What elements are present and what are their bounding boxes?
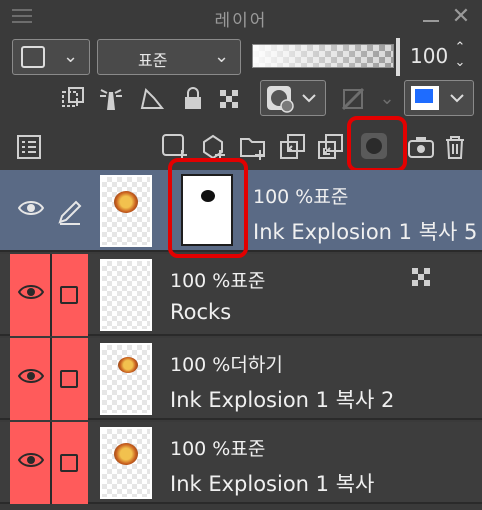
chevron-down-icon: ⌄ (214, 46, 230, 67)
minimize-icon[interactable] (423, 20, 439, 22)
layer-name[interactable]: Ink Explosion 1 복사 (170, 468, 374, 498)
edit-state-toggle[interactable] (52, 338, 88, 420)
panel-title: 레이어 (214, 11, 268, 31)
layer-thumbnail[interactable] (100, 343, 152, 415)
visibility-toggle[interactable] (10, 254, 52, 336)
layer-settings-row: ⌄ 표준 ⌄ 100 ⌃ ⌄ (0, 38, 482, 78)
reference-lighthouse-icon[interactable] (96, 84, 126, 114)
layer-blend-info: 100 %표준 (253, 186, 349, 208)
lock-icon[interactable] (178, 84, 208, 114)
combine-icon[interactable] (316, 132, 346, 162)
layer-row[interactable]: 100 %표준 Ink Explosion 1 복사 (0, 422, 482, 504)
lock-transparency-icon[interactable] (216, 84, 246, 114)
opacity-slider-handle[interactable] (396, 38, 400, 76)
eye-icon (18, 369, 44, 383)
layer-blend-info: 100 %더하기 (170, 354, 283, 376)
layer-thumbnail-art (114, 443, 138, 465)
camera-icon[interactable] (406, 132, 436, 162)
layer-thumbnail[interactable] (100, 259, 152, 331)
checkbox[interactable] (60, 370, 78, 388)
layer-blend-info: 100 %표준 (170, 270, 266, 292)
close-icon[interactable]: ✕ (450, 6, 472, 28)
chevron-down-icon[interactable]: ⌄ (372, 84, 402, 114)
opacity-value[interactable]: 100 (410, 44, 448, 68)
edit-state-toggle[interactable] (52, 170, 88, 252)
title-bar: 레이어 ✕ (0, 0, 482, 34)
layer-thumbnail[interactable] (100, 175, 152, 247)
opacity-slider[interactable] (252, 44, 394, 68)
layer-color-dropdown[interactable]: ⌄ (12, 39, 90, 75)
draft-icon[interactable] (136, 84, 166, 114)
visibility-toggle[interactable] (10, 170, 52, 252)
edit-state-toggle[interactable] (52, 254, 88, 336)
color-swatch (21, 46, 45, 68)
layer-name[interactable]: Ink Explosion 1 복사 2 (170, 384, 394, 414)
mask-display-dropdown[interactable] (260, 80, 326, 116)
highlight-ring-mask-thumbnail (168, 158, 248, 258)
chevron-down-icon: ⌄ (63, 46, 79, 67)
color-palette-icon[interactable] (338, 84, 368, 114)
checkbox[interactable] (60, 286, 78, 304)
layer-thumbnail-art (114, 191, 138, 213)
new-folder-icon[interactable] (238, 132, 268, 162)
layer-property-icon[interactable] (14, 132, 44, 162)
layer-blend-info: 100 %표준 (170, 438, 266, 460)
blend-mode-dropdown[interactable]: 표준 ⌄ (97, 39, 241, 75)
layer-row[interactable]: 100 %표준 Rocks (0, 254, 482, 336)
trash-icon[interactable] (440, 132, 470, 162)
highlight-ring-mask-button (347, 116, 407, 172)
layer-thumbnail-art (118, 357, 138, 373)
checkbox[interactable] (60, 454, 78, 472)
blend-mode-label: 표준 (138, 51, 168, 70)
pen-icon (58, 200, 82, 225)
layer-name[interactable]: Ink Explosion 1 복사 5 (253, 216, 477, 246)
opacity-spinner[interactable]: ⌃ ⌄ (449, 40, 471, 74)
edit-state-toggle[interactable] (52, 422, 88, 504)
layer-thumbnail[interactable] (100, 427, 152, 499)
lock-transparency-icon (412, 268, 430, 286)
layer-row[interactable]: 100 %더하기 Ink Explosion 1 복사 2 (0, 338, 482, 420)
transfer-down-icon[interactable] (278, 132, 308, 162)
layer-color-dropdown[interactable] (404, 80, 474, 116)
layer-toggle-row: ⌄ (0, 80, 482, 120)
layer-name[interactable]: Rocks (170, 300, 231, 324)
eye-icon (18, 201, 44, 215)
eye-icon (18, 285, 44, 299)
visibility-toggle[interactable] (10, 338, 52, 420)
layer-panel: 레이어 ✕ ⌄ 표준 ⌄ 100 ⌃ ⌄ ⌄ 100 %표준 Ink Explo… (0, 0, 482, 510)
eye-icon (18, 453, 44, 467)
visibility-toggle[interactable] (10, 422, 52, 504)
clip-icon[interactable] (58, 84, 88, 114)
